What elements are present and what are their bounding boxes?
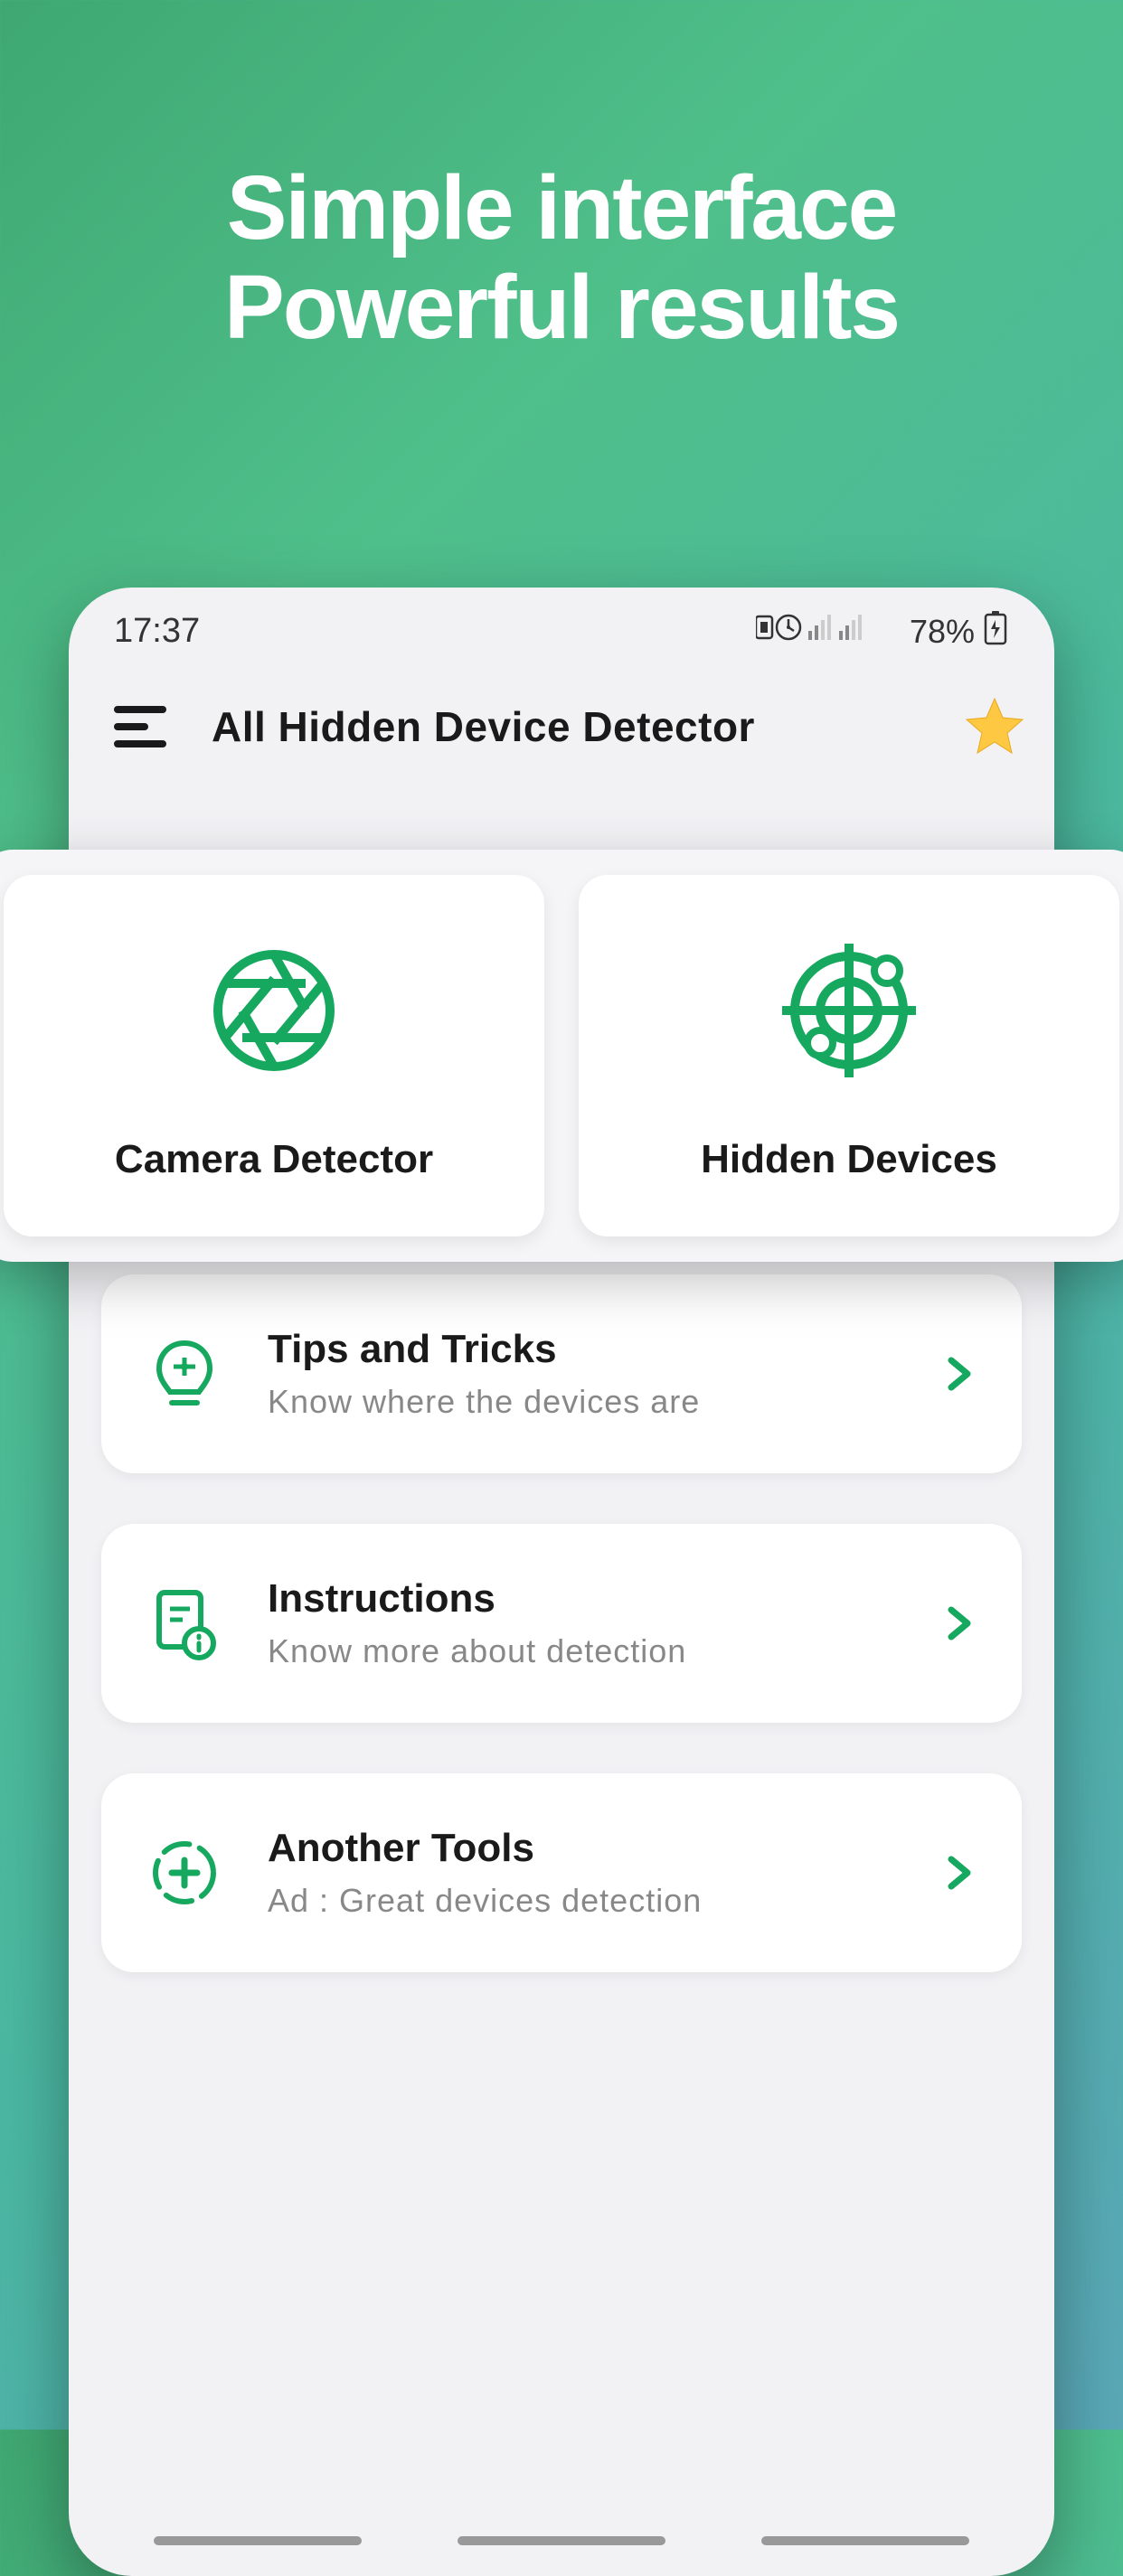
list-item-title: Instructions [268,1576,897,1622]
chevron-right-icon [940,1604,978,1642]
app-header: All Hidden Device Detector [69,666,1054,778]
list-item-subtitle: Know where the devices are [268,1383,897,1421]
star-icon [962,693,1027,758]
status-bar: 17:37 [69,588,1054,666]
android-nav-bar [69,2536,1054,2545]
chevron-right-icon [940,1854,978,1892]
feature-list: Tips and Tricks Know where the devices a… [69,1274,1054,1972]
status-time: 17:37 [114,612,200,651]
card-hidden-devices[interactable]: Hidden Devices [579,875,1119,1236]
card-camera-detector[interactable]: Camera Detector [4,875,544,1236]
list-item-subtitle: Ad : Great devices detection [268,1882,897,1920]
list-item-title: Tips and Tricks [268,1327,897,1372]
list-item-another-tools[interactable]: Another Tools Ad : Great devices detecti… [101,1773,1022,1972]
plus-circle-icon [145,1833,224,1913]
nav-back[interactable] [761,2536,969,2545]
radar-icon [777,938,921,1083]
primary-cards-row: Camera Detector Hidden Devices [0,850,1123,1262]
favorite-button[interactable] [962,693,1027,758]
list-item-subtitle: Know more about detection [268,1632,897,1670]
bulb-icon [145,1334,224,1414]
phone-mockup: 17:37 [69,588,1054,2576]
aperture-icon [202,938,346,1083]
menu-button[interactable] [114,706,166,747]
headline-line-1: Simple interface [0,158,1123,258]
marketing-headline: Simple interface Powerful results [0,0,1123,357]
document-icon [145,1584,224,1663]
app-title: All Hidden Device Detector [212,702,755,751]
status-icons [756,609,901,653]
battery-icon [984,609,1009,653]
headline-line-2: Powerful results [0,258,1123,357]
status-right: 78% [756,609,1009,653]
card-label: Hidden Devices [701,1137,997,1182]
nav-recent[interactable] [154,2536,362,2545]
list-item-tips[interactable]: Tips and Tricks Know where the devices a… [101,1274,1022,1473]
chevron-right-icon [940,1355,978,1393]
status-battery: 78% [910,613,975,651]
list-item-instructions[interactable]: Instructions Know more about detection [101,1524,1022,1723]
list-item-title: Another Tools [268,1826,897,1871]
card-label: Camera Detector [115,1137,433,1182]
nav-home[interactable] [458,2536,665,2545]
